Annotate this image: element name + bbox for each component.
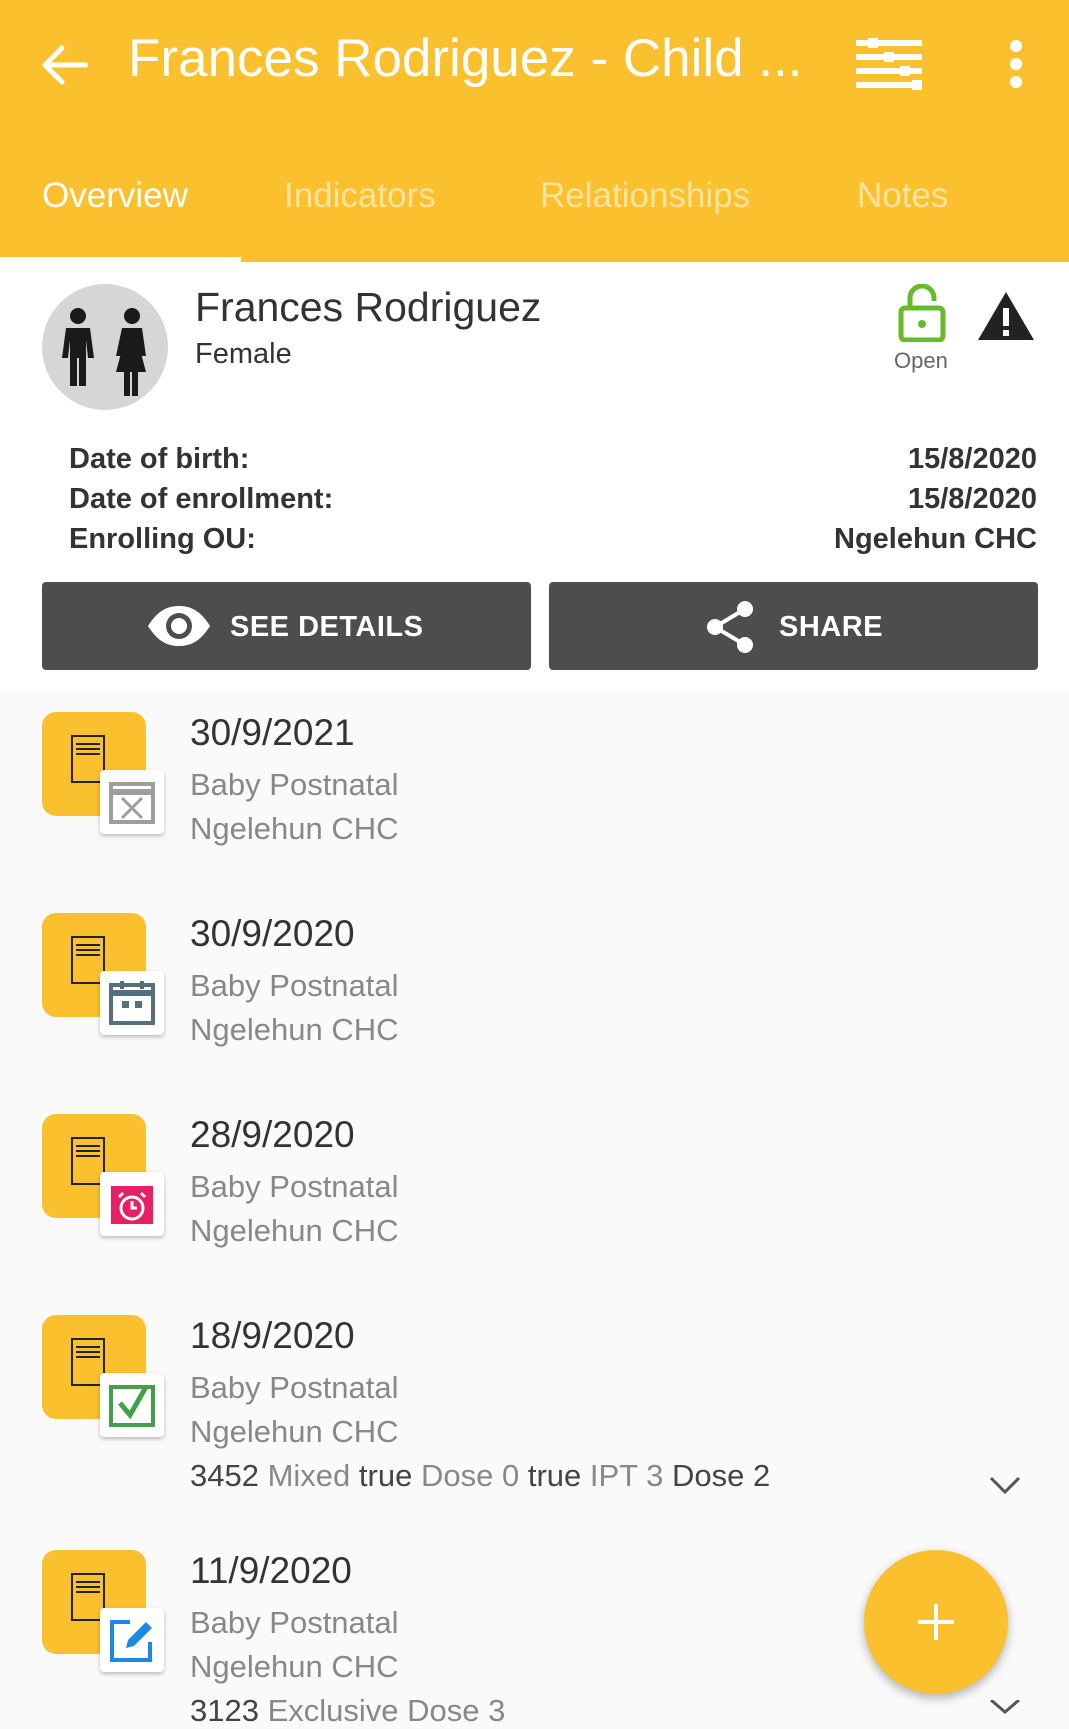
tab-overview[interactable]: Overview <box>42 176 188 216</box>
enrollment-status: Open <box>894 348 948 373</box>
detail-value-dob: 15/8/2020 <box>907 443 1037 475</box>
see-details-button[interactable]: SEE DETAILS <box>42 582 531 670</box>
event-org-unit: Ngelehun CHC <box>190 811 399 846</box>
tab-indicators[interactable]: Indicators <box>284 176 436 216</box>
arrow-left-icon[interactable] <box>40 44 88 86</box>
see-details-label: SEE DETAILS <box>230 611 424 643</box>
event-program-stage: Baby Postnatal <box>190 968 399 1003</box>
page-title: Frances Rodriguez - Child ... <box>128 29 803 88</box>
summary-value: Dose 3 <box>407 1693 506 1728</box>
event-date: 11/9/2020 <box>190 1550 352 1591</box>
summary-value: Exclusive <box>267 1693 399 1728</box>
tab-notes[interactable]: Notes <box>857 176 948 216</box>
add-event-button[interactable] <box>864 1550 1008 1694</box>
detail-label-dob: Date of birth: <box>69 443 250 475</box>
detail-label-ou: Enrolling OU: <box>69 523 256 555</box>
event-program-stage: Baby Postnatal <box>190 1605 399 1640</box>
summary-value: IPT 3 <box>589 1458 664 1493</box>
app-bar: Frances Rodriguez - Child ... Overview I… <box>0 0 1069 262</box>
event-date: 30/9/2020 <box>190 913 355 954</box>
event-program-stage: Baby Postnatal <box>190 1169 399 1204</box>
event-org-unit: Ngelehun CHC <box>190 1213 399 1248</box>
tab-relationships[interactable]: Relationships <box>540 176 750 216</box>
event-org-unit: Ngelehun CHC <box>190 1012 399 1047</box>
event-program-stage: Baby Postnatal <box>190 1370 399 1405</box>
profile-sex: Female <box>195 338 292 370</box>
summary-value: true <box>527 1458 582 1493</box>
summary-value: 3452 <box>190 1458 259 1493</box>
summary-value: 3123 <box>190 1693 259 1728</box>
detail-label-enrollment: Date of enrollment: <box>69 483 334 515</box>
calendar-scheduled-icon <box>100 971 164 1035</box>
event-org-unit: Ngelehun CHC <box>190 1649 399 1684</box>
share-icon <box>707 601 753 653</box>
eye-icon <box>148 606 210 646</box>
event-data-summary: 3452 Mixed true Dose 0 true IPT 3 Dose 2 <box>190 1458 770 1494</box>
calendar-skipped-icon <box>100 770 164 834</box>
event-org-unit: Ngelehun CHC <box>190 1414 399 1449</box>
summary-value: Dose 2 <box>672 1458 771 1493</box>
event-program-stage: Baby Postnatal <box>190 767 399 802</box>
warning-icon[interactable] <box>976 290 1036 342</box>
lock-open-icon <box>898 284 946 342</box>
profile-name: Frances Rodriguez <box>195 284 542 330</box>
edit-open-icon <box>100 1608 164 1672</box>
summary-value: Mixed <box>267 1458 351 1493</box>
filter-sliders-icon[interactable] <box>856 38 922 90</box>
event-date: 28/9/2020 <box>190 1114 355 1155</box>
detail-value-ou: Ngelehun CHC <box>834 523 1037 555</box>
detail-value-enrollment: 15/8/2020 <box>907 483 1037 515</box>
chevron-down-icon[interactable] <box>988 1475 1022 1495</box>
event-date: 18/9/2020 <box>190 1315 355 1356</box>
summary-value: Dose 0 <box>420 1458 520 1493</box>
event-date: 30/9/2021 <box>190 712 355 753</box>
add-icon <box>918 1604 954 1640</box>
summary-value: true <box>358 1458 413 1493</box>
event-data-summary: 3123 Exclusive Dose 3 <box>190 1693 505 1729</box>
avatar <box>42 284 168 410</box>
calendar-overdue-icon <box>100 1172 164 1236</box>
more-vert-icon[interactable] <box>1007 40 1025 88</box>
calendar-completed-icon <box>100 1373 164 1437</box>
share-button[interactable]: SHARE <box>549 582 1038 670</box>
chevron-down-icon[interactable] <box>988 1700 1022 1714</box>
share-label: SHARE <box>779 611 884 643</box>
